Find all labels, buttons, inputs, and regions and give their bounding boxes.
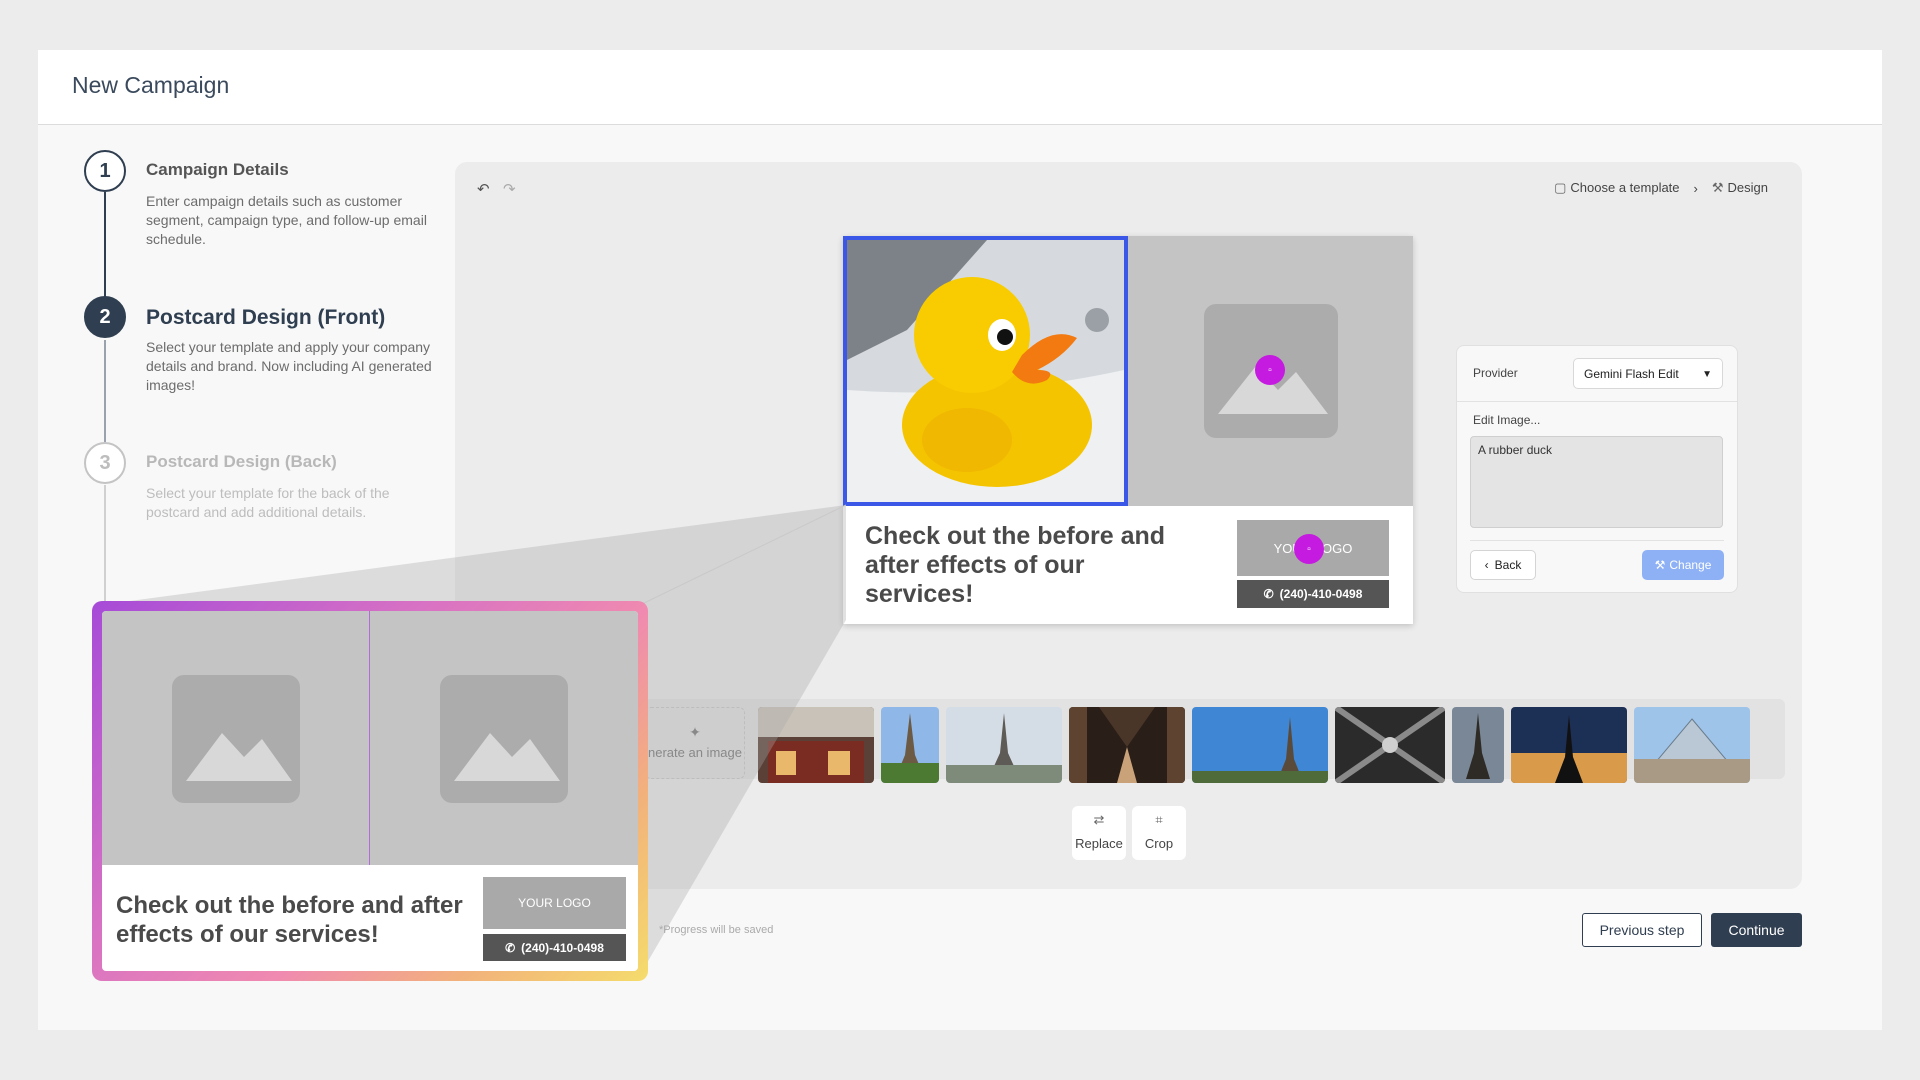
image-slot-before[interactable] <box>843 236 1128 506</box>
library-thumbnail[interactable] <box>1634 707 1750 783</box>
progress-note: *Progress will be saved <box>659 924 774 936</box>
step-title: Postcard Design (Front) <box>146 306 386 329</box>
breadcrumb-design[interactable]: ⚒ Design <box>1712 180 1768 196</box>
provider-label: Provider <box>1473 366 1518 380</box>
step-title: Postcard Design (Back) <box>146 452 337 471</box>
mountain-icon <box>186 733 292 781</box>
zoom-image-slot-before <box>102 611 369 865</box>
mountain-icon <box>454 733 560 781</box>
step-description: Select your template and apply your comp… <box>146 339 432 393</box>
step-description: Select your template for the back of the… <box>146 485 390 520</box>
image-library-strip: ✦ nerate an image <box>605 699 1785 783</box>
crop-button[interactable]: ⌗ Crop <box>1132 806 1186 860</box>
step-number: 1 <box>84 150 126 192</box>
divider <box>1470 540 1724 541</box>
step-connector <box>104 192 106 298</box>
replace-icon: ⇄ <box>1093 812 1105 827</box>
caret-down-icon: ▼ <box>1702 369 1712 380</box>
previous-step-button[interactable]: Previous step <box>1582 913 1702 947</box>
sparkle-icon: ✦ <box>689 724 701 740</box>
top-bar: New Campaign <box>38 50 1882 125</box>
provider-select[interactable]: Gemini Flash Edit ▼ <box>1573 358 1723 389</box>
phone-badge[interactable]: ✆ (240)-410-0498 <box>1237 580 1389 608</box>
template-icon: ▢ <box>1554 180 1567 195</box>
step-connector <box>104 485 106 605</box>
zoom-logo-placeholder: YOUR LOGO <box>483 877 626 929</box>
library-thumbnail[interactable] <box>1192 707 1328 783</box>
magic-wand-icon: ⚒ <box>1654 558 1666 572</box>
phone-icon: ✆ <box>505 940 516 955</box>
zoom-phone-badge: ✆ (240)-410-0498 <box>483 934 626 961</box>
continue-button[interactable]: Continue <box>1711 913 1802 947</box>
chevron-right-icon: › <box>1693 180 1698 196</box>
image-slot-after[interactable]: ▫ <box>1128 236 1413 506</box>
image-edit-panel: Provider Gemini Flash Edit ▼ Edit Image.… <box>1456 345 1738 593</box>
replace-button[interactable]: ⇄ Replace <box>1072 806 1126 860</box>
step-number: 2 <box>84 296 126 338</box>
zoom-headline: Check out the before and after effects o… <box>116 892 463 948</box>
change-button[interactable]: ⚒ Change <box>1642 550 1724 580</box>
step-description: Enter campaign details such as customer … <box>146 193 427 247</box>
page-title: New Campaign <box>72 72 230 98</box>
library-thumbnail[interactable] <box>758 707 874 783</box>
library-thumbnail[interactable] <box>946 707 1062 783</box>
library-thumbnail[interactable] <box>1511 707 1627 783</box>
crop-icon: ⌗ <box>1155 812 1163 827</box>
zoom-image-slot-after <box>370 611 638 865</box>
generate-marker-icon[interactable]: ▫ <box>1255 355 1285 385</box>
magic-wand-icon: ⚒ <box>1711 180 1724 195</box>
step-connector <box>104 340 106 442</box>
rubber-duck-image <box>847 240 1124 502</box>
step-title: Campaign Details <box>146 160 289 179</box>
chevron-left-icon: ‹ <box>1484 558 1489 572</box>
back-button[interactable]: ‹ Back <box>1470 550 1536 580</box>
edit-image-label: Edit Image... <box>1473 413 1541 427</box>
zoomed-postcard-preview: Check out the before and after effects o… <box>92 601 648 981</box>
redo-icon[interactable]: ↷ <box>503 180 516 198</box>
undo-icon[interactable]: ↶ <box>477 180 490 198</box>
step-number: 3 <box>84 442 126 484</box>
library-thumbnail[interactable] <box>881 707 939 783</box>
phone-icon: ✆ <box>1263 587 1274 601</box>
design-editor: ↶ ↷ ▢ Choose a template › ⚒ Design ▫ Che… <box>455 162 1802 889</box>
image-placeholder-icon <box>440 675 568 803</box>
postcard-headline[interactable]: Check out the before and after effects o… <box>865 522 1195 609</box>
logo-marker-icon[interactable]: ▫ <box>1294 534 1324 564</box>
postcard-canvas: ▫ Check out the before and after effects… <box>843 236 1413 624</box>
breadcrumb-choose-template[interactable]: ▢ Choose a template <box>1554 180 1679 196</box>
library-thumbnail[interactable] <box>1452 707 1504 783</box>
provider-row: Provider Gemini Flash Edit ▼ <box>1457 346 1737 402</box>
prompt-textarea[interactable]: A rubber duck <box>1470 436 1723 528</box>
generate-image-button[interactable]: ✦ nerate an image <box>645 707 745 779</box>
library-thumbnail[interactable] <box>1335 707 1445 783</box>
breadcrumb: ▢ Choose a template › ⚒ Design <box>1554 180 1768 196</box>
image-placeholder-icon <box>172 675 300 803</box>
library-thumbnail[interactable] <box>1069 707 1185 783</box>
